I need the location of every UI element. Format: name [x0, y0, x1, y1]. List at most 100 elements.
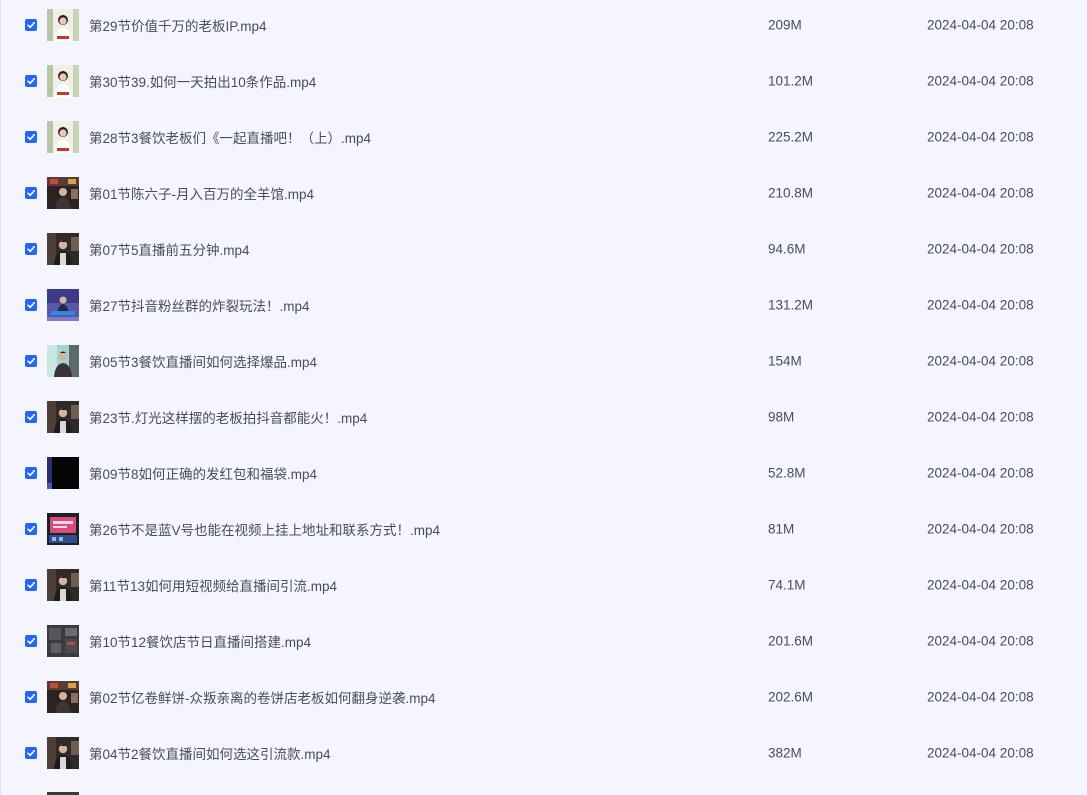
row-checkbox[interactable]	[25, 579, 37, 591]
video-thumbnail[interactable]	[47, 625, 79, 657]
file-size: 52.8M	[768, 465, 806, 481]
row-checkbox[interactable]	[25, 747, 37, 759]
file-name[interactable]: 第10节12餐饮店节日直播间搭建.mp4	[89, 631, 311, 651]
checkmark-icon	[27, 358, 35, 365]
file-modified-time: 2024-04-04 20:08	[927, 73, 1034, 89]
file-size: 101.2M	[768, 73, 814, 89]
file-name[interactable]: 第29节价值千万的老板IP.mp4	[89, 15, 267, 35]
video-thumbnail[interactable]	[47, 9, 79, 41]
file-row[interactable]: 第04节2餐饮直播间如何选这引流款.mp4 382M 2024-04-04 20…	[0, 725, 1087, 781]
file-size: 94.6M	[768, 241, 806, 257]
checkmark-icon	[27, 190, 35, 197]
file-row[interactable]: 第26节不是蓝V号也能在视频上挂上地址和联系方式！.mp4 81M 2024-0…	[0, 501, 1087, 557]
thumbnail-image	[47, 625, 79, 657]
file-name[interactable]: 第26节不是蓝V号也能在视频上挂上地址和联系方式！.mp4	[89, 519, 440, 539]
thumbnail-image	[47, 233, 79, 265]
thumbnail-image	[47, 737, 79, 769]
video-thumbnail[interactable]	[47, 65, 79, 97]
file-name[interactable]: 第09节8如何正确的发红包和福袋.mp4	[89, 463, 317, 483]
file-modified-time: 2024-04-04 20:08	[927, 297, 1034, 313]
file-row[interactable]: 第02节亿卷鲜饼-众叛亲离的卷饼店老板如何翻身逆袭.mp4 202.6M 202…	[0, 669, 1087, 725]
file-modified-time: 2024-04-04 20:08	[927, 689, 1034, 705]
row-checkbox[interactable]	[25, 299, 37, 311]
file-size: 98M	[768, 409, 795, 425]
file-name[interactable]: 第27节抖音粉丝群的炸裂玩法！.mp4	[89, 295, 310, 315]
thumbnail-image	[47, 681, 79, 713]
file-row[interactable]: 第05节3餐饮直播间如何选择爆品.mp4 154M 2024-04-04 20:…	[0, 333, 1087, 389]
video-thumbnail[interactable]	[47, 737, 79, 769]
file-size: 154M	[768, 353, 802, 369]
file-modified-time: 2024-04-04 20:08	[927, 577, 1034, 593]
video-thumbnail[interactable]	[47, 233, 79, 265]
file-modified-time: 2024-04-04 20:08	[927, 17, 1034, 33]
file-row[interactable]: 第30节39.如何一天拍出10条作品.mp4 101.2M 2024-04-04…	[0, 53, 1087, 109]
file-name[interactable]: 第11节13如何用短视频给直播间引流.mp4	[89, 575, 337, 595]
row-checkbox[interactable]	[25, 691, 37, 703]
row-checkbox[interactable]	[25, 131, 37, 143]
file-name[interactable]: 第30节39.如何一天拍出10条作品.mp4	[89, 71, 316, 91]
video-thumbnail[interactable]	[47, 569, 79, 601]
thumbnail-image	[47, 9, 79, 41]
video-thumbnail[interactable]	[47, 681, 79, 713]
file-row[interactable]: 第10节12餐饮店节日直播间搭建.mp4 201.6M 2024-04-04 2…	[0, 613, 1087, 669]
file-size: 225.2M	[768, 129, 814, 145]
row-checkbox[interactable]	[25, 523, 37, 535]
row-checkbox[interactable]	[25, 243, 37, 255]
file-row[interactable]: 第27节抖音粉丝群的炸裂玩法！.mp4 131.2M 2024-04-04 20…	[0, 277, 1087, 333]
video-thumbnail[interactable]	[47, 121, 79, 153]
file-row[interactable]: 第29节价值千万的老板IP.mp4 209M 2024-04-04 20:08	[0, 0, 1087, 53]
file-name[interactable]: 第23节.灯光这样摆的老板拍抖音都能火！.mp4	[89, 407, 367, 427]
file-size: 131.2M	[768, 297, 814, 313]
file-name[interactable]: 第05节3餐饮直播间如何选择爆品.mp4	[89, 351, 317, 371]
checkmark-icon	[27, 22, 35, 29]
file-name[interactable]: 第02节亿卷鲜饼-众叛亲离的卷饼店老板如何翻身逆袭.mp4	[89, 687, 436, 707]
file-modified-time: 2024-04-04 20:08	[927, 409, 1034, 425]
file-modified-time: 2024-04-04 20:08	[927, 185, 1034, 201]
file-size: 201.6M	[768, 633, 814, 649]
file-size: 209M	[768, 17, 802, 33]
file-row[interactable]: 第28节3餐饮老板们《一起直播吧！（上）.mp4 225.2M 2024-04-…	[0, 109, 1087, 165]
checkmark-icon	[27, 78, 35, 85]
checkmark-icon	[27, 582, 35, 589]
checkmark-icon	[27, 470, 35, 477]
file-row[interactable]: 第09节8如何正确的发红包和福袋.mp4 52.8M 2024-04-04 20…	[0, 445, 1087, 501]
video-thumbnail[interactable]	[47, 401, 79, 433]
checkmark-icon	[27, 302, 35, 309]
file-name[interactable]: 第07节5直播前五分钟.mp4	[89, 239, 250, 259]
thumbnail-image	[47, 121, 79, 153]
row-checkbox[interactable]	[25, 355, 37, 367]
file-modified-time: 2024-04-04 20:08	[927, 521, 1034, 537]
file-name[interactable]: 第01节陈六子-月入百万的全羊馆.mp4	[89, 183, 314, 203]
file-row[interactable]: 第01节陈六子-月入百万的全羊馆.mp4 210.8M 2024-04-04 2…	[0, 165, 1087, 221]
thumbnail-image	[47, 65, 79, 97]
video-thumbnail[interactable]	[47, 457, 79, 489]
file-size: 81M	[768, 521, 795, 537]
file-modified-time: 2024-04-04 20:08	[927, 465, 1034, 481]
video-thumbnail[interactable]	[47, 513, 79, 545]
video-thumbnail[interactable]	[47, 289, 79, 321]
video-thumbnail[interactable]	[47, 177, 79, 209]
file-row[interactable]: 第07节5直播前五分钟.mp4 94.6M 2024-04-04 20:08	[0, 221, 1087, 277]
checkmark-icon	[27, 134, 35, 141]
file-name[interactable]: 第28节3餐饮老板们《一起直播吧！（上）.mp4	[89, 127, 371, 147]
video-thumbnail[interactable]	[47, 345, 79, 377]
thumbnail-image	[47, 513, 79, 545]
file-name[interactable]: 第04节2餐饮直播间如何选这引流款.mp4	[89, 743, 331, 763]
thumbnail-image	[47, 177, 79, 209]
thumbnail-image	[47, 457, 79, 489]
thumbnail-image	[47, 345, 79, 377]
thumbnail-image	[47, 401, 79, 433]
checkmark-icon	[27, 246, 35, 253]
checkmark-icon	[27, 414, 35, 421]
file-row[interactable]: 第23节.灯光这样摆的老板拍抖音都能火！.mp4 98M 2024-04-04 …	[0, 389, 1087, 445]
row-checkbox[interactable]	[25, 75, 37, 87]
file-modified-time: 2024-04-04 20:08	[927, 353, 1034, 369]
file-size: 210.8M	[768, 185, 814, 201]
file-row[interactable]: 第11节13如何用短视频给直播间引流.mp4 74.1M 2024-04-04 …	[0, 557, 1087, 613]
row-checkbox[interactable]	[25, 187, 37, 199]
row-checkbox[interactable]	[25, 411, 37, 423]
row-checkbox[interactable]	[25, 19, 37, 31]
row-checkbox[interactable]	[25, 467, 37, 479]
checkmark-icon	[27, 750, 35, 757]
row-checkbox[interactable]	[25, 635, 37, 647]
